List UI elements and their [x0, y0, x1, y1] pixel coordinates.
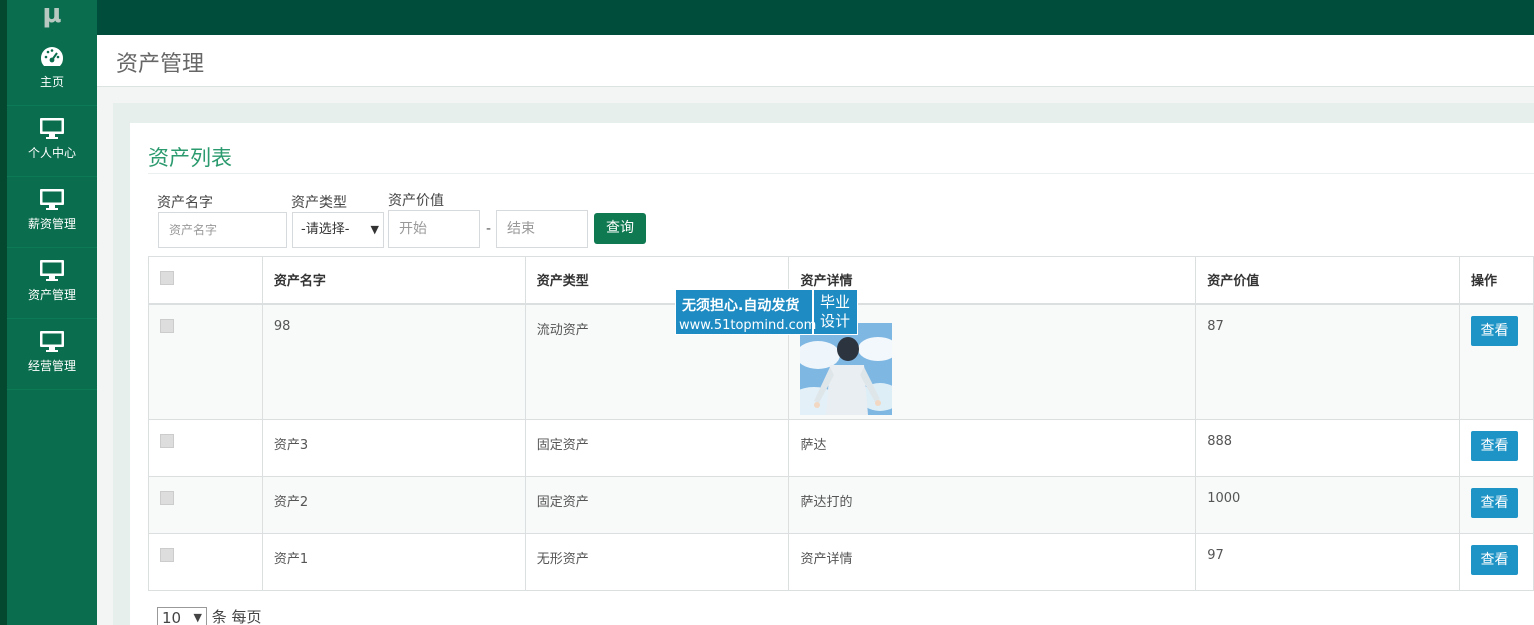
view-button[interactable]: 查看 [1470, 315, 1518, 346]
cell-value: 1000 [1195, 476, 1460, 534]
sidebar-item-assets[interactable]: 资产管理 [7, 248, 97, 319]
divider [148, 173, 1534, 174]
asset-detail-image [800, 322, 893, 415]
panel-title: 资产列表 [148, 146, 232, 170]
watermark-badge: 无须担心.自动发货 www.51topmind.com 毕业 设计 [675, 289, 858, 335]
watermark-box-line1: 毕业 [820, 293, 851, 311]
monitor-icon [7, 329, 97, 355]
asset-list-panel: 资产列表 资产名字 资产类型 -请选择- ▼ 资产价值 - 查询 资产名字 资产… [130, 123, 1534, 625]
dashboard-icon [7, 45, 97, 71]
sidebar-item-home[interactable]: 主页 [7, 35, 97, 106]
cell-value: 87 [1195, 303, 1460, 420]
cell-name: 资产2 [261, 476, 526, 534]
asset-name-label: 资产名字 [157, 195, 213, 211]
sidebar: μ 主页 个人中心 薪资管理 资产管理 经营管理 [0, 0, 97, 625]
asset-type-selected: -请选择- [301, 222, 350, 237]
column-header-action: 操作 [1458, 256, 1534, 305]
query-button[interactable]: 查询 [594, 213, 646, 244]
sidebar-item-label: 主页 [39, 75, 64, 89]
cell-name: 资产1 [261, 533, 526, 591]
column-header-name: 资产名字 [261, 256, 526, 305]
sidebar-item-label: 个人中心 [27, 146, 76, 160]
select-all-cell [148, 256, 263, 305]
page-size-select[interactable]: 10 ▼ [157, 606, 207, 625]
value-start-input[interactable] [388, 210, 480, 248]
chevron-down-icon: ▼ [193, 610, 202, 624]
asset-type-label: 资产类型 [291, 195, 347, 211]
page-size-value: 10 [162, 608, 182, 625]
asset-type-select[interactable]: -请选择- ▼ [292, 212, 384, 248]
cell-type: 固定资产 [524, 419, 790, 477]
watermark-url: www.51topmind.com [679, 318, 817, 333]
app-logo: μ [42, 0, 62, 29]
view-button[interactable]: 查看 [1470, 545, 1518, 575]
row-checkbox[interactable] [160, 318, 174, 333]
watermark-box: 毕业 设计 [812, 290, 858, 334]
table-row: 资产1 无形资产 资产详情 97 查看 [148, 533, 1534, 591]
monitor-icon [7, 116, 97, 142]
top-bar [0, 0, 1534, 35]
asset-name-input[interactable] [158, 212, 287, 248]
monitor-icon [7, 258, 97, 284]
watermark-text: 无须担心.自动发货 [682, 298, 800, 314]
range-separator: - [486, 221, 492, 237]
table-row: 资产2 固定资产 萨达打的 1000 查看 [148, 476, 1534, 534]
sidebar-item-label: 资产管理 [27, 288, 76, 302]
sidebar-item-label: 薪资管理 [27, 217, 76, 231]
cell-value: 97 [1195, 533, 1460, 591]
select-all-checkbox[interactable] [160, 270, 174, 285]
page-title: 资产管理 [116, 52, 205, 77]
column-header-value: 资产价值 [1195, 256, 1460, 305]
monitor-icon [7, 187, 97, 213]
row-checkbox[interactable] [160, 491, 174, 505]
row-checkbox[interactable] [160, 434, 174, 448]
table-row: 资产3 固定资产 萨达 888 查看 [148, 419, 1534, 477]
cell-detail: 萨达打的 [788, 476, 1197, 534]
value-end-input[interactable] [496, 210, 588, 248]
sidebar-item-business[interactable]: 经营管理 [7, 319, 97, 390]
view-button[interactable]: 查看 [1470, 488, 1518, 518]
asset-value-label: 资产价值 [388, 193, 444, 209]
page-header: 资产管理 [97, 35, 1534, 87]
cell-name: 资产3 [261, 419, 526, 477]
sidebar-item-salary[interactable]: 薪资管理 [7, 177, 97, 248]
cell-type: 固定资产 [524, 476, 790, 534]
cell-detail: 资产详情 [788, 533, 1197, 591]
watermark-box-line2: 设计 [820, 312, 851, 330]
cell-value: 888 [1195, 419, 1460, 477]
cell-name: 98 [261, 303, 526, 420]
pagination-size: 10 ▼ 条 每页 [157, 606, 262, 625]
cell-detail: 萨达 [788, 419, 1197, 477]
row-checkbox[interactable] [160, 548, 174, 562]
view-button[interactable]: 查看 [1470, 431, 1518, 461]
cell-type: 无形资产 [524, 533, 790, 591]
chevron-down-icon: ▼ [370, 223, 379, 236]
sidebar-item-personal-center[interactable]: 个人中心 [7, 106, 97, 177]
sidebar-item-label: 经营管理 [27, 359, 76, 373]
page-size-suffix: 条 每页 [211, 608, 262, 625]
